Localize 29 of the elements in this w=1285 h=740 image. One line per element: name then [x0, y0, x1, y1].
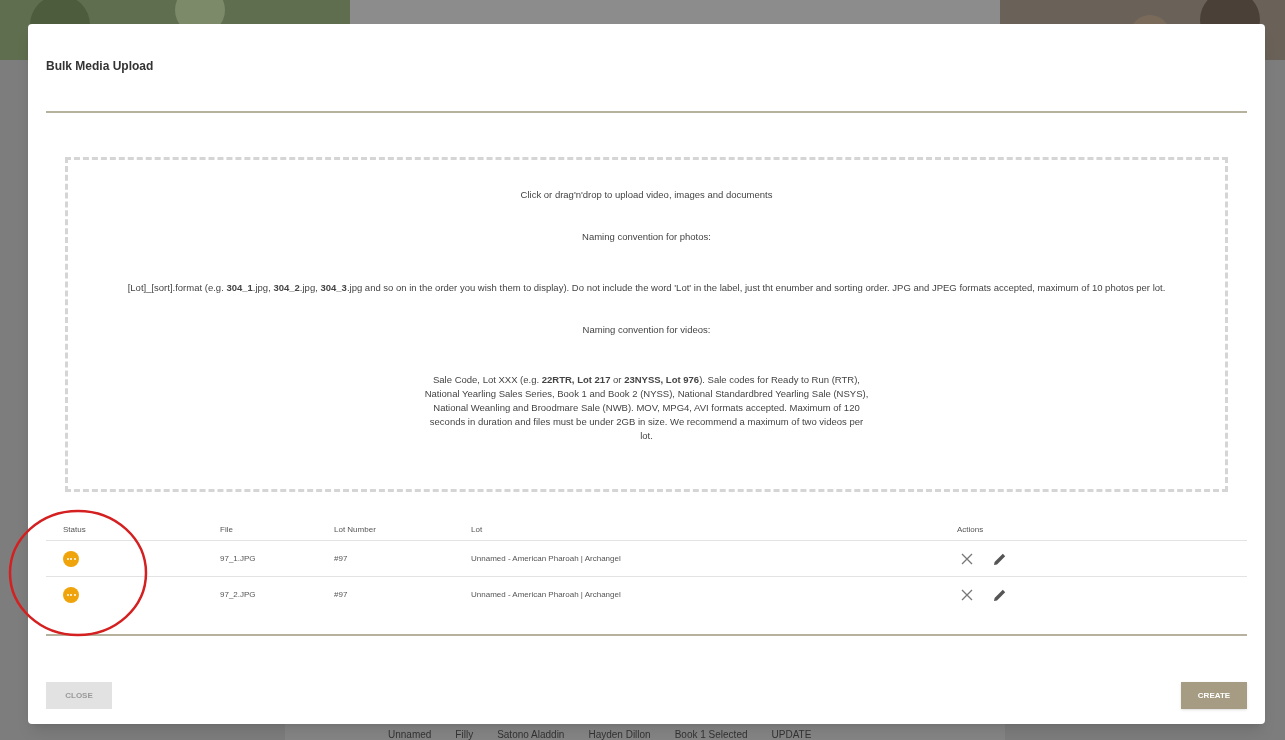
column-header: Lot Number [334, 524, 377, 536]
lot-number: #97 [334, 589, 348, 599]
close-icon[interactable] [961, 552, 973, 565]
background-cell-text: Book 1 Selected [674, 728, 748, 740]
create-button[interactable]: CREATE [1181, 682, 1247, 709]
column-header: Actions [957, 524, 985, 536]
instruction-text: Click or drag'n'drop to upload video, images and documents [520, 188, 773, 202]
instruction-text: Naming convention for photos: [582, 230, 711, 245]
pencil-icon[interactable] [993, 587, 1007, 602]
column-header: Lot [471, 524, 484, 536]
background-cell-text: UPDATE [771, 728, 812, 740]
lot-name: Unnamed - American Pharoah | Archangel [471, 553, 621, 563]
file-name: 97_2.JPG [220, 589, 256, 599]
lot-name: Unnamed - American Pharoah | Archangel [471, 589, 621, 599]
background-cell-text: Satono Aladdin [497, 728, 565, 740]
background-cell-text: Filly [455, 728, 474, 740]
dialog-title: Bulk Media Upload [46, 58, 155, 75]
instruction-text: Naming convention for videos: [582, 322, 711, 337]
background-cell-text: Unnamed [388, 728, 432, 740]
instruction-text: [Lot]_[sort].format (e.g. 304_1.jpg, 304_2.jpg, 304_3.jpg and so on in the order you wish them to display). Do not include the word 'Lot' in the label, just tht enumber and sorting order. JPG and JPEG formats accepted, maximum of 10 photos per lot. [127, 280, 1166, 295]
close-icon[interactable] [961, 588, 973, 601]
background-cell-text: Hayden Dillon [588, 728, 651, 740]
column-header: File [220, 524, 234, 536]
lot-number: #97 [334, 553, 348, 563]
close-button[interactable]: CLOSE [46, 682, 112, 709]
instruction-text: Sale Code, Lot XXX (e.g. 22RTR, Lot 217 or 23NYSS, Lot 976). Sale codes for Ready to Run (RTR), National Yearling Sales Series, Book 1 and Book 2 (NYSS), National Standardbred Yearling Sale (NSYS), National Weanling and Broodmare Sale (NWB). MOV, MPG4, AVI formats accepted. Maximum of 120 seconds in duration and files must be under 2GB in size. We recommend a maximum of two videos per lot. [424, 373, 869, 443]
pencil-icon[interactable] [993, 551, 1007, 566]
column-header: Status [63, 524, 87, 536]
file-name: 97_1.JPG [220, 553, 256, 563]
